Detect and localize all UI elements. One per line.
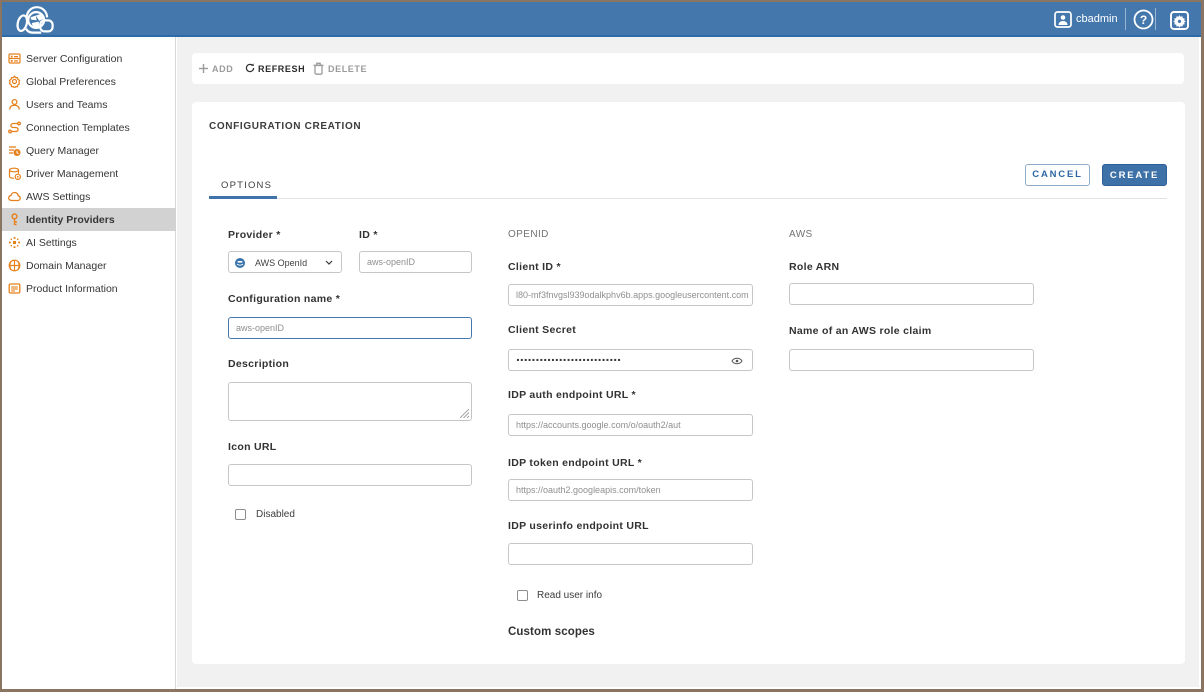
svg-text:?: ? [1140,13,1147,27]
